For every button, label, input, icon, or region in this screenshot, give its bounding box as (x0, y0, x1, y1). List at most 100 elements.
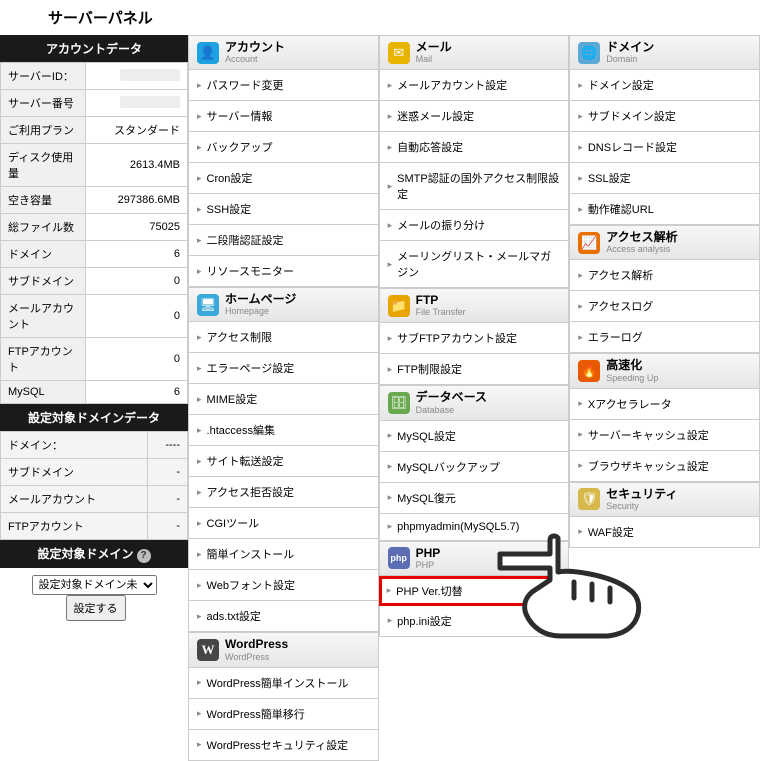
arrow-icon: ▸ (388, 111, 393, 122)
link-item[interactable]: ▸PHP Ver.切替 (379, 576, 570, 606)
item-label: サイト転送設定 (207, 453, 284, 469)
domain-icon: 🌐 (578, 42, 600, 64)
cat-sub: Mail (416, 54, 452, 64)
link-item[interactable]: ▸エラーページ設定 (188, 353, 379, 384)
arrow-icon: ▸ (578, 429, 583, 440)
arrow-icon: ▸ (388, 80, 393, 91)
acct-key: メールアカウント (1, 295, 86, 338)
acct-key: ディスク使用量 (1, 144, 86, 187)
link-item[interactable]: ▸SSH設定 (188, 194, 379, 225)
acct-key: 総ファイル数 (1, 214, 86, 241)
tgt-key: FTPアカウント (1, 513, 148, 540)
cat-sub: Security (606, 501, 677, 511)
security-icon: 🛡 (578, 488, 600, 510)
item-label: FTP制限設定 (397, 361, 462, 377)
link-item[interactable]: ▸CGIツール (188, 508, 379, 539)
link-item[interactable]: ▸.htaccess編集 (188, 415, 379, 446)
link-item[interactable]: ▸ブラウザキャッシュ設定 (569, 451, 760, 482)
item-label: アクセスログ (588, 298, 653, 314)
cat-sub: Account (225, 54, 285, 64)
link-item[interactable]: ▸アクセス解析 (569, 260, 760, 291)
cat-title: 高速化 (606, 359, 658, 372)
link-item[interactable]: ▸ads.txt設定 (188, 601, 379, 632)
cat-title: アクセス解析 (606, 231, 677, 244)
help-icon[interactable]: ? (137, 549, 151, 563)
cat-sub: WordPress (225, 652, 288, 662)
page-title: サーバーパネル (0, 0, 760, 35)
link-item[interactable]: ▸メーリングリスト・メールマガジン (379, 241, 570, 288)
link-item[interactable]: ▸リソースモニター (188, 256, 379, 287)
link-item[interactable]: ▸メールアカウント設定 (379, 70, 570, 101)
item-label: 迷惑メール設定 (397, 108, 474, 124)
link-item[interactable]: ▸ 自動応答設定 (379, 132, 570, 163)
category-ftp: 📁FTPFile Transfer (379, 288, 570, 323)
link-item[interactable]: ▸簡単インストール (188, 539, 379, 570)
target-domain-header: 設定対象ドメインデータ (0, 404, 188, 431)
item-label: エラーページ設定 (207, 360, 295, 376)
link-item[interactable]: ▸サブドメイン設定 (569, 101, 760, 132)
item-label: SSH設定 (207, 201, 252, 217)
link-item[interactable]: ▸ 迷惑メール設定 (379, 101, 570, 132)
acct-val: 0 (86, 295, 188, 338)
link-item[interactable]: ▸ドメイン設定 (569, 70, 760, 101)
cat-sub: Access analysis (606, 244, 677, 254)
link-item[interactable]: ▸Cron設定 (188, 163, 379, 194)
link-item[interactable]: ▸パスワード変更 (188, 70, 379, 101)
link-item[interactable]: ▸サーバーキャッシュ設定 (569, 420, 760, 451)
arrow-icon: ▸ (388, 142, 393, 153)
link-item[interactable]: ▸phpmyadmin(MySQL5.7) (379, 514, 570, 541)
link-item[interactable]: ▸サイト転送設定 (188, 446, 379, 477)
database-icon: 🗄 (388, 392, 410, 414)
item-label: WordPress簡単移行 (207, 706, 305, 722)
category-speed: 🔥高速化Speeding Up (569, 353, 760, 388)
acct-val (86, 63, 188, 90)
acct-key: サブドメイン (1, 268, 86, 295)
link-item[interactable]: ▸アクセス拒否設定 (188, 477, 379, 508)
link-item[interactable]: ▸DNSレコード設定 (569, 132, 760, 163)
item-label: Cron設定 (207, 170, 253, 186)
item-label: 自動応答設定 (397, 139, 463, 155)
select-domain-header: 設定対象ドメイン? (0, 540, 188, 568)
category-access: 📈アクセス解析Access analysis (569, 225, 760, 260)
link-item[interactable]: ▸FTP制限設定 (379, 354, 570, 385)
item-label: Webフォント設定 (207, 577, 295, 593)
arrow-icon: ▸ (197, 487, 202, 498)
item-label: php.ini設定 (397, 613, 451, 629)
link-item[interactable]: ▸MIME設定 (188, 384, 379, 415)
cat-title: セキュリティ (606, 488, 677, 501)
link-item[interactable]: ▸メールの振り分け (379, 210, 570, 241)
arrow-icon: ▸ (388, 220, 393, 231)
acct-key: サーバー番号 (1, 90, 86, 117)
link-item[interactable]: ▸SSL設定 (569, 163, 760, 194)
link-item[interactable]: ▸アクセス制限 (188, 322, 379, 353)
link-item[interactable]: ▸WordPress簡単移行 (188, 699, 379, 730)
link-item[interactable]: ▸MySQL復元 (379, 483, 570, 514)
link-item[interactable]: ▸Xアクセラレータ (569, 389, 760, 420)
item-label: WAF設定 (588, 524, 634, 540)
item-label: WordPress簡単インストール (207, 675, 349, 691)
link-item[interactable]: ▸バックアップ (188, 132, 379, 163)
link-item[interactable]: ▸SMTP認証の国外アクセス制限設定 (379, 163, 570, 210)
link-item[interactable]: ▸WordPressセキュリティ設定 (188, 730, 379, 761)
set-button[interactable]: 設定する (66, 595, 126, 621)
wordpress-icon: W (197, 639, 219, 661)
domain-select[interactable]: 設定対象ドメイン未 (32, 575, 157, 595)
category-database: 🗄データベースDatabase (379, 385, 570, 420)
link-item[interactable]: ▸サブFTPアカウント設定 (379, 323, 570, 354)
link-item[interactable]: ▸WordPress簡単インストール (188, 668, 379, 699)
link-item[interactable]: ▸WAF設定 (569, 517, 760, 548)
mail-icon: ✉ (388, 42, 410, 64)
cat-sub: Speeding Up (606, 373, 658, 383)
link-item[interactable]: ▸サーバー情報 (188, 101, 379, 132)
link-item[interactable]: ▸二段階認証設定 (188, 225, 379, 256)
link-item[interactable]: ▸エラーログ (569, 322, 760, 353)
link-item[interactable]: ▸MySQL設定 (379, 421, 570, 452)
acct-val: 0 (86, 338, 188, 381)
link-item[interactable]: ▸php.ini設定 (379, 606, 570, 637)
link-item[interactable]: ▸Webフォント設定 (188, 570, 379, 601)
acct-key: ご利用プラン (1, 117, 86, 144)
arrow-icon: ▸ (578, 111, 583, 122)
link-item[interactable]: ▸動作確認URL (569, 194, 760, 225)
link-item[interactable]: ▸MySQLバックアップ (379, 452, 570, 483)
link-item[interactable]: ▸アクセスログ (569, 291, 760, 322)
